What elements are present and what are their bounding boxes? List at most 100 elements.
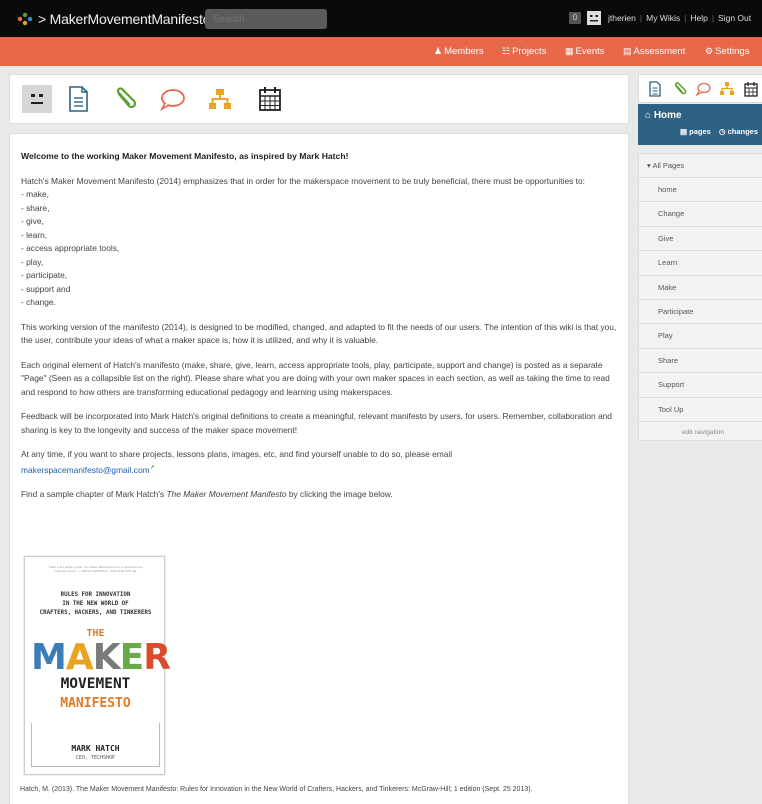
wiki-nav-bar: ♟ Members ☷ Projects ▦ Events ▤ Assessment ⚙… <box>0 37 762 66</box>
book-manifesto: MANIFESTO <box>60 696 131 711</box>
intro-paragraph: Hatch's Maker Movement Manifesto (2014) … <box>21 175 617 310</box>
members-icon: ♟ <box>434 46 443 56</box>
avatar-view-icon[interactable] <box>22 85 52 113</box>
sitemap-icon[interactable] <box>719 80 735 98</box>
external-link-icon: ↗ <box>149 464 155 471</box>
user-avatar[interactable] <box>587 11 601 25</box>
home-sub-links: ▤ pages ◷ changes <box>680 127 758 136</box>
username-link[interactable]: jtherien <box>608 13 636 23</box>
pages-label: pages <box>689 127 711 136</box>
list-item: - play, <box>21 256 44 267</box>
page-content: Welcome to the working Maker Movement Ma… <box>9 133 629 804</box>
pages-paragraph: Each original element of Hatch's manifes… <box>21 359 610 397</box>
sample-text: Find a sample chapter of Mark Hatch's <box>21 488 167 499</box>
comment-icon[interactable] <box>695 80 711 98</box>
projects-icon: ☷ <box>502 46 511 56</box>
purpose-paragraph: This working version of the manifesto (2… <box>21 321 617 346</box>
sitemap-icon[interactable] <box>206 84 234 114</box>
settings-link[interactable]: ⚙ Settings <box>705 46 749 57</box>
clock-icon: ◷ <box>718 127 728 136</box>
projects-link[interactable]: ☷ Projects <box>502 46 546 57</box>
settings-label: Settings <box>715 46 750 57</box>
events-label: Events <box>575 46 605 57</box>
sidebar-item-learn[interactable]: Learn <box>639 251 762 276</box>
book-title: The Maker Movement Manifesto <box>166 488 287 499</box>
assessment-link[interactable]: ▤ Assessment <box>623 46 685 57</box>
all-pages-label: All Pages <box>652 161 685 170</box>
members-link[interactable]: ♟ Members <box>434 46 484 57</box>
sidebar-item-give[interactable]: Give <box>639 226 762 252</box>
book-maker-letter: M <box>31 637 67 678</box>
my-wikis-link[interactable]: My Wikis <box>646 13 680 23</box>
sample-paragraph: Find a sample chapter of Mark Hatch's Th… <box>21 488 617 502</box>
citation: Hatch, M. (2013). The Maker Movement Man… <box>20 786 533 793</box>
edit-navigation-link[interactable]: edit navigation <box>639 422 762 444</box>
search-input[interactable] <box>205 9 327 29</box>
list-item: - learn, <box>21 229 48 240</box>
list-item: - support and <box>21 283 71 294</box>
book-maker-letter: R <box>143 637 171 678</box>
navigation-panel: ▾ All Pages home Change Give Learn Make … <box>638 153 762 441</box>
book-author-role: CEO, TECHSHOP <box>75 755 116 761</box>
book-movement: MOVEMENT <box>60 676 131 692</box>
book-maker-title: MAKER <box>31 637 171 678</box>
page-icon[interactable] <box>647 80 663 98</box>
changes-link[interactable]: ◷ changes <box>719 127 758 136</box>
sidebar-item-change[interactable]: Change <box>639 202 762 227</box>
contact-text: At any time, if you want to share projec… <box>21 449 453 459</box>
all-pages-toggle[interactable]: ▾ All Pages <box>639 154 762 178</box>
sidebar-item-participate[interactable]: Participate <box>639 299 762 325</box>
events-link[interactable]: ▦ Events <box>565 46 605 57</box>
calendar-icon[interactable] <box>743 80 759 98</box>
sign-out-link[interactable]: Sign Out <box>718 13 751 23</box>
changes-label: changes <box>727 127 759 136</box>
comment-icon[interactable] <box>158 84 186 114</box>
sidebar-item-tool-up[interactable]: Tool Up <box>639 397 762 422</box>
list-item: - make, <box>21 189 49 199</box>
sidebar-item-share[interactable]: Share <box>639 348 762 374</box>
book-cover-image[interactable]: "Mark is the perfect guide. The Maker Mo… <box>24 556 171 775</box>
sidebar-item-play[interactable]: Play <box>639 324 762 349</box>
sidebar-item-support[interactable]: Support <box>639 373 762 398</box>
calendar-icon[interactable] <box>256 84 284 114</box>
page-heading: Welcome to the working Maker Movement Ma… <box>21 151 349 161</box>
notification-badge[interactable]: 0 <box>569 12 581 24</box>
sidebar-item-make[interactable]: Make <box>639 275 762 300</box>
contact-paragraph: At any time, if you want to share projec… <box>21 448 617 477</box>
email-link[interactable]: makerspacemanifesto@gmail.com <box>21 464 150 474</box>
book-maker-letter: K <box>92 637 121 678</box>
home-panel: ⌂ Home ▤ pages ◷ changes <box>638 104 762 145</box>
assessment-label: Assessment <box>633 46 686 57</box>
list-item: - share, <box>21 202 50 213</box>
calendar-icon: ▦ <box>565 46 574 56</box>
book-tagline: RULES FOR INNOVATION IN THE NEW WORLD OF… <box>33 591 158 618</box>
wikispaces-logo-icon[interactable] <box>16 11 34 27</box>
tagline-line: RULES FOR INNOVATION <box>60 592 131 598</box>
list-item: - give, <box>21 216 44 226</box>
paperclip-icon[interactable] <box>110 84 138 114</box>
list-item: - participate, <box>21 270 68 280</box>
chart-icon: ▤ <box>623 46 632 56</box>
site-title[interactable]: > MakerMovementManifesto <box>38 11 210 27</box>
book-quote: "Mark is the perfect guide. The Maker Mo… <box>48 565 143 573</box>
projects-label: Projects <box>512 46 547 57</box>
gear-icon: ⚙ <box>705 46 714 56</box>
sidebar-item-home[interactable]: home <box>639 178 762 203</box>
book-maker-letter: E <box>119 637 145 678</box>
user-links: jtherien | My Wikis | Help | Sign Out <box>608 13 752 23</box>
home-link[interactable]: ⌂ Home <box>645 110 682 121</box>
home-icon: ⌂ <box>645 110 654 121</box>
page-icon[interactable] <box>64 84 92 114</box>
members-label: Members <box>444 46 484 57</box>
sidebar-toolbar <box>638 74 762 103</box>
list-item: - access appropriate tools, <box>21 243 120 253</box>
paperclip-icon[interactable] <box>671 80 687 98</box>
pages-link[interactable]: ▤ pages <box>680 127 711 136</box>
help-link[interactable]: Help <box>690 13 707 23</box>
page-toolbar <box>9 74 629 124</box>
feedback-paragraph: Feedback will be incorporated into Mark … <box>21 411 612 435</box>
home-label: Home <box>653 110 682 121</box>
top-bar: > MakerMovementManifesto 0 jtherien|My W… <box>0 0 762 37</box>
tagline-line: CRAFTERS, HACKERS, AND TINKERERS <box>39 610 152 616</box>
list-item: - change. <box>21 297 56 307</box>
